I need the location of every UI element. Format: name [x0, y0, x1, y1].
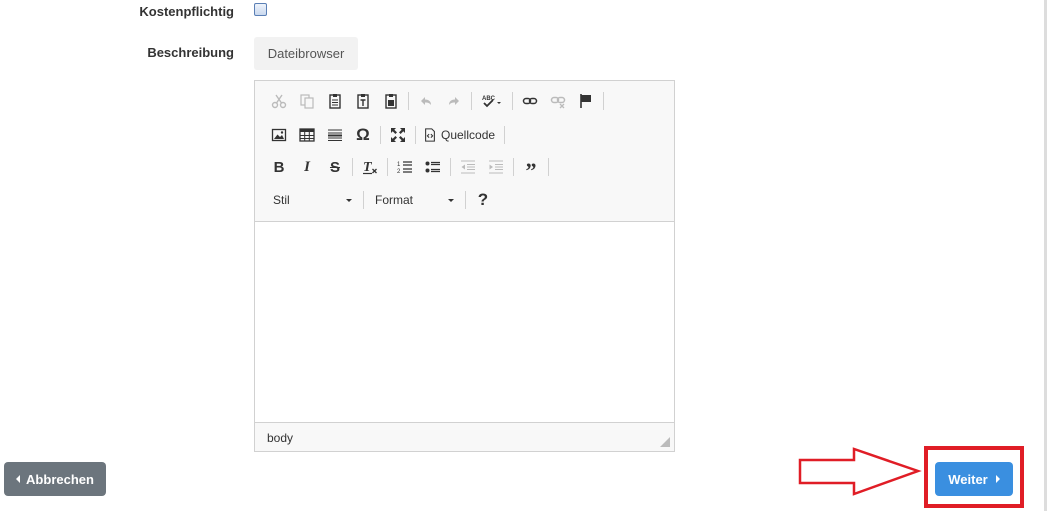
kostenpflichtig-label: Kostenpflichtig — [139, 4, 234, 19]
toolbar-row-formatting: B I S T 12 ” — [265, 154, 552, 183]
italic-icon[interactable]: I — [293, 154, 321, 180]
strike-icon[interactable]: S — [321, 154, 349, 180]
element-path[interactable]: body — [267, 431, 293, 445]
maximize-icon[interactable] — [384, 122, 412, 148]
editor-status-bar: body — [255, 422, 674, 451]
format-combo-label: Format — [375, 193, 414, 207]
toolbar-row-styles: Stil Format ? — [265, 187, 497, 213]
cancel-button-label: Abbrechen — [26, 471, 94, 487]
chevron-down-icon — [448, 198, 454, 202]
image-icon[interactable] — [265, 122, 293, 148]
copy-icon[interactable] — [293, 88, 321, 114]
toolbar-separator — [465, 191, 466, 209]
remove-format-icon[interactable]: T — [356, 154, 384, 180]
toolbar-row-clipboard: ABC — [265, 88, 607, 114]
indent-icon[interactable] — [482, 154, 510, 180]
toolbar-separator — [450, 158, 451, 176]
style-combo[interactable]: Stil — [265, 187, 360, 213]
svg-text:2: 2 — [397, 169, 401, 175]
special-char-icon[interactable]: Ω — [349, 122, 377, 148]
blockquote-icon[interactable]: ” — [517, 154, 545, 183]
toolbar-separator — [387, 158, 388, 176]
next-button[interactable]: Weiter — [935, 462, 1013, 496]
outdent-icon[interactable] — [454, 154, 482, 180]
toolbar-separator — [603, 92, 604, 110]
horizontal-rule-icon[interactable] — [321, 122, 349, 148]
caret-right-icon — [995, 475, 1000, 483]
unlink-icon[interactable] — [544, 88, 572, 114]
cut-icon[interactable] — [265, 88, 293, 114]
paste-icon[interactable] — [321, 88, 349, 114]
source-label: Quellcode — [441, 128, 496, 142]
undo-icon[interactable] — [412, 88, 440, 114]
anchor-icon[interactable] — [572, 88, 600, 114]
paste-text-icon[interactable] — [349, 88, 377, 114]
cancel-button[interactable]: Abbrechen — [4, 462, 106, 496]
toolbar-row-insert: Ω Quellcode — [265, 122, 508, 148]
table-icon[interactable] — [293, 122, 321, 148]
editor-toolbar: ABC Ω Quellcode B I S T 1 2 ” Stil Forma… — [255, 81, 674, 222]
toolbar-separator — [408, 92, 409, 110]
toolbar-separator — [548, 158, 549, 176]
beschreibung-label: Beschreibung — [147, 45, 234, 60]
toolbar-separator — [415, 126, 416, 144]
dateibrowser-button[interactable]: Dateibrowser — [254, 37, 358, 70]
editor-content-area[interactable] — [255, 222, 674, 422]
svg-text:ABC: ABC — [482, 96, 496, 102]
paste-word-icon[interactable] — [377, 88, 405, 114]
toolbar-separator — [352, 158, 353, 176]
toolbar-separator — [512, 92, 513, 110]
format-combo[interactable]: Format — [367, 187, 462, 213]
bulleted-list-icon[interactable] — [419, 154, 447, 180]
rich-text-editor: ABC Ω Quellcode B I S T 1 2 ” Stil Forma… — [254, 80, 675, 452]
caret-left-icon — [16, 475, 21, 483]
spellcheck-icon[interactable]: ABC — [475, 88, 509, 114]
help-icon[interactable]: ? — [469, 187, 497, 213]
redo-icon[interactable] — [440, 88, 468, 114]
toolbar-separator — [504, 126, 506, 144]
next-button-label: Weiter — [948, 471, 988, 487]
toolbar-separator — [363, 191, 364, 209]
source-icon — [423, 128, 437, 142]
svg-text:T: T — [363, 160, 373, 175]
toolbar-separator — [471, 92, 472, 110]
style-combo-label: Stil — [273, 193, 290, 207]
annotation-arrow-icon — [798, 447, 922, 496]
bold-icon[interactable]: B — [265, 154, 293, 180]
source-button[interactable]: Quellcode — [419, 122, 501, 148]
link-icon[interactable] — [516, 88, 544, 114]
numbered-list-icon[interactable]: 12 — [391, 154, 419, 180]
svg-text:1: 1 — [397, 162, 401, 168]
toolbar-separator — [513, 158, 514, 176]
resize-handle-icon[interactable] — [660, 437, 670, 447]
kostenpflichtig-checkbox[interactable] — [254, 3, 267, 16]
toolbar-separator — [380, 126, 381, 144]
chevron-down-icon — [346, 198, 352, 202]
